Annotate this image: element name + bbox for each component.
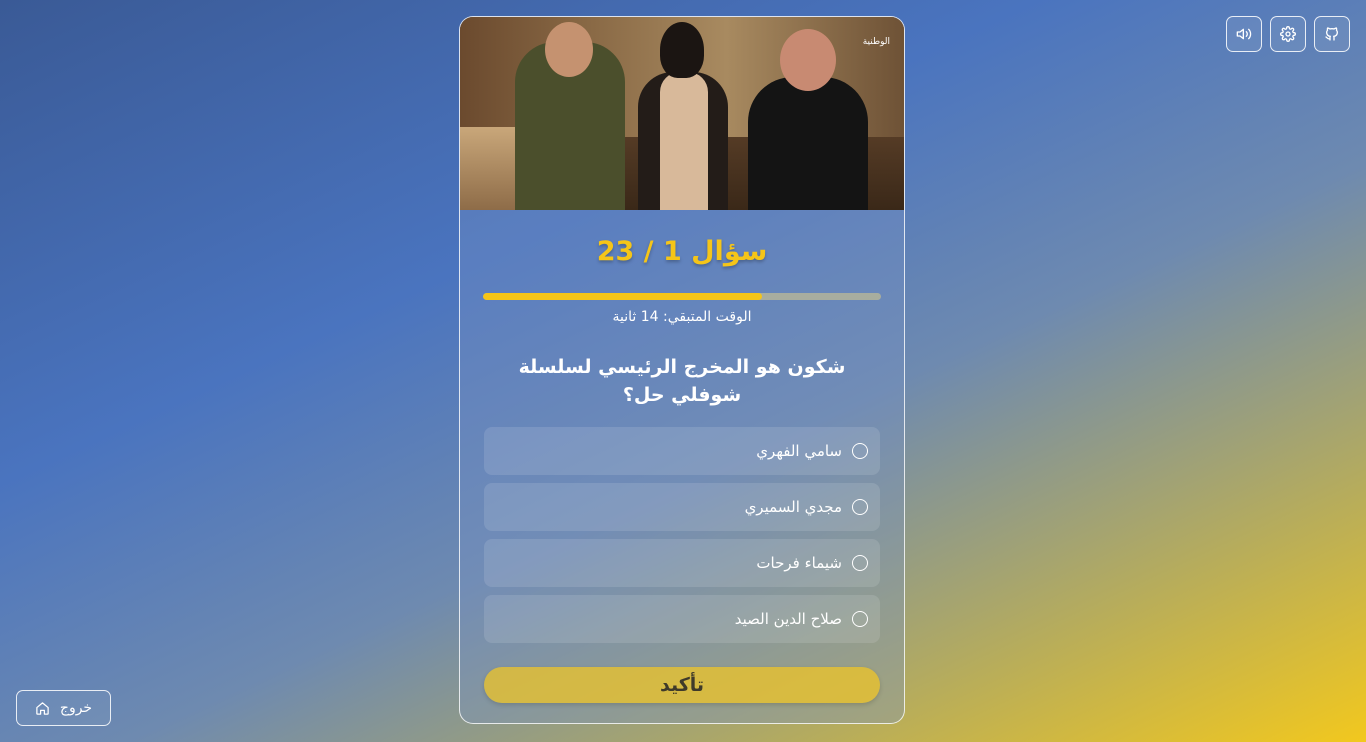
answer-options: سامي الفهري مجدي السميري شيماء فرحات صلا… xyxy=(484,427,880,643)
hero-person-3 xyxy=(748,77,868,210)
question-text: شكون هو المخرج الرئيسي لسلسلة شوفلي حل؟ xyxy=(518,356,846,406)
answer-option[interactable]: سامي الفهري xyxy=(484,427,880,475)
sound-button[interactable] xyxy=(1226,16,1262,52)
exit-label: خروج xyxy=(59,700,93,716)
timer-progress-bar xyxy=(483,293,881,300)
gear-icon xyxy=(1280,26,1296,42)
answer-option[interactable]: شيماء فرحات xyxy=(484,539,880,587)
volume-icon xyxy=(1236,28,1252,40)
radio-button[interactable] xyxy=(852,443,868,459)
answer-option-label: شيماء فرحات xyxy=(756,554,842,572)
answer-option-label: مجدي السميري xyxy=(744,498,842,516)
question-image: الوطنية xyxy=(460,17,904,210)
answer-option[interactable]: صلاح الدين الصيد xyxy=(484,595,880,643)
radio-button[interactable] xyxy=(852,611,868,627)
channel-logo: الوطنية xyxy=(862,37,890,47)
exit-button[interactable]: خروج xyxy=(16,690,111,726)
top-toolbar xyxy=(1226,16,1350,52)
question-counter-title: سؤال 1 / 23 xyxy=(596,236,768,267)
timer-text: الوقت المتبقي: 14 ثانية xyxy=(612,309,752,325)
confirm-button[interactable]: تأكيد xyxy=(484,667,880,703)
hero-person-3-head xyxy=(780,29,836,91)
github-button[interactable] xyxy=(1314,16,1350,52)
radio-button[interactable] xyxy=(852,555,868,571)
radio-button[interactable] xyxy=(852,499,868,515)
hero-person-2-scarf xyxy=(660,72,708,210)
timer-progress-fill xyxy=(483,293,762,300)
hero-person-2-head xyxy=(660,22,704,78)
home-icon xyxy=(36,701,49,715)
answer-option[interactable]: مجدي السميري xyxy=(484,483,880,531)
settings-button[interactable] xyxy=(1270,16,1306,52)
github-icon xyxy=(1325,27,1338,41)
answer-option-label: سامي الفهري xyxy=(756,442,842,460)
quiz-card: الوطنية سؤال 1 / 23 الوقت المتبقي: 14 ثا… xyxy=(459,16,905,724)
hero-person-1-head xyxy=(545,22,593,77)
answer-option-label: صلاح الدين الصيد xyxy=(734,610,842,628)
